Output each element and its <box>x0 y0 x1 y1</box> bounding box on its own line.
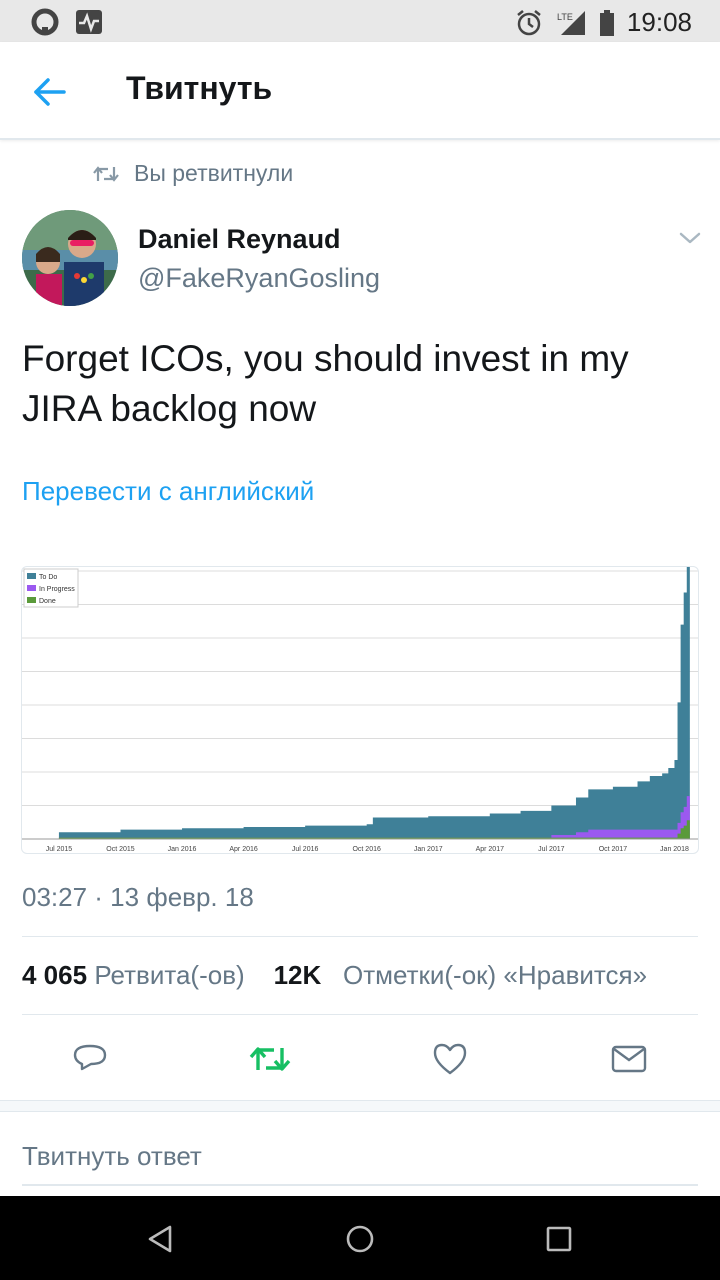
divider <box>22 936 698 937</box>
section-separator <box>0 1100 720 1112</box>
mail-icon <box>611 1045 647 1073</box>
x-tick-label: Jul 2015 <box>46 846 73 853</box>
back-button[interactable] <box>28 70 72 114</box>
chevron-down-icon <box>679 232 701 244</box>
triangle-back-icon <box>148 1225 172 1253</box>
reply-icon <box>73 1044 107 1071</box>
tweet-menu-button[interactable] <box>676 226 704 250</box>
x-tick-label: Jul 2016 <box>292 846 319 853</box>
retweet-button[interactable] <box>245 1034 295 1084</box>
arrow-left-icon <box>34 78 66 106</box>
legend-swatch <box>27 597 36 603</box>
x-tick-label: Apr 2016 <box>229 846 258 853</box>
app-header: Твитнуть <box>0 42 720 140</box>
divider <box>22 1014 698 1015</box>
alarm-icon <box>517 9 541 35</box>
x-tick-label: Jan 2017 <box>414 846 443 853</box>
page-title: Твитнуть <box>126 70 273 106</box>
cumulative-flow-chart: Jul 2015 Oct 2015 Jan 2016 Apr 2016 Jul 2016… <box>22 567 698 853</box>
square-recents-icon <box>546 1226 572 1252</box>
reply-input[interactable]: Твитнуть ответ <box>22 1130 698 1186</box>
legend-label: In Progress <box>39 586 75 593</box>
tweet-text: Forget ICOs, you should invest in my JIR… <box>22 338 629 429</box>
translate-link[interactable]: Перевести с английский <box>22 476 314 507</box>
avatar[interactable] <box>22 210 118 306</box>
direct-message-button[interactable] <box>604 1034 654 1084</box>
series-area-to-do <box>58 567 690 839</box>
tweet-timestamp: 03:27 · 13 февр. 18 <box>22 882 254 912</box>
x-tick-label: Apr 2017 <box>476 846 505 853</box>
likes-label[interactable]: Отметки(-ок) «Нравится» <box>343 960 647 990</box>
nav-home-button[interactable] <box>335 1214 385 1264</box>
nav-recents-button[interactable] <box>534 1214 584 1264</box>
signal-lte-icon: LTE <box>557 10 585 35</box>
retweet-context-label: Вы ретвитнули <box>134 160 294 186</box>
nav-back-button[interactable] <box>136 1214 186 1264</box>
battery-icon <box>599 9 614 36</box>
retweets-label[interactable]: Ретвита(-ов) <box>94 960 244 990</box>
tweet-actions <box>0 1034 720 1084</box>
x-tick-label: Jul 2017 <box>538 846 565 853</box>
tweet-image-chart[interactable]: Jul 2015 Oct 2015 Jan 2016 Apr 2016 Jul 2016… <box>21 566 699 854</box>
legend-label: To Do <box>39 574 57 581</box>
author-name[interactable]: Daniel Reynaud <box>138 224 341 255</box>
x-tick-label: Oct 2017 <box>599 846 628 853</box>
circle-home-icon <box>346 1225 374 1253</box>
x-tick-label: Oct 2015 <box>106 846 135 853</box>
x-tick-label: Oct 2016 <box>352 846 381 853</box>
legend-swatch <box>27 585 36 591</box>
status-bar: LTE 19:08 <box>0 0 720 42</box>
retweet-small-icon <box>93 165 119 182</box>
like-button[interactable] <box>425 1034 475 1084</box>
heart-icon <box>433 1043 467 1075</box>
activity-icon <box>76 10 102 34</box>
system-nav-bar <box>0 1196 720 1280</box>
tweet-stats: 4 065 Ретвита(-ов) 12K Отметки(-ок) «Нра… <box>22 960 698 991</box>
status-time: 19:08 <box>626 7 692 37</box>
svg-text:LTE: LTE <box>557 12 573 22</box>
reply-button[interactable] <box>65 1034 115 1084</box>
retweet-icon <box>249 1047 291 1071</box>
legend-label: Done <box>39 598 56 605</box>
retweet-context: Вы ретвитнули <box>92 160 293 187</box>
likes-count[interactable]: 12K <box>274 960 322 990</box>
retweets-count[interactable]: 4 065 <box>22 960 87 990</box>
x-tick-label: Jan 2016 <box>168 846 197 853</box>
notification-icon <box>31 8 59 36</box>
x-tick-label: Jan 2018 <box>660 846 689 853</box>
author-handle[interactable]: @FakeRyanGosling <box>138 263 380 294</box>
legend-swatch <box>27 573 36 579</box>
